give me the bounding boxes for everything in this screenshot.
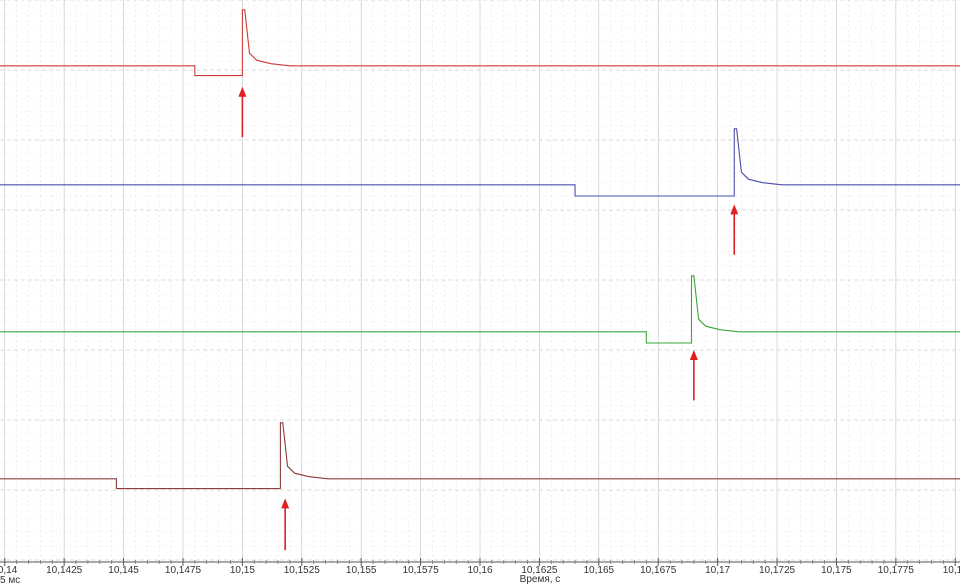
x-tick-label: 10,1675 — [640, 565, 677, 576]
x-tick-label: 10,1475 — [165, 565, 202, 576]
x-tick-label: 10,1725 — [759, 565, 796, 576]
annotation-arrow-4 — [281, 498, 290, 551]
x-tick-label: 10,1775 — [878, 565, 915, 576]
annotation-arrow-3 — [689, 350, 698, 401]
scale-label: 5 мс — [0, 575, 20, 586]
x-axis: 10,1410,142510,14510,147510,1510,152510,… — [0, 558, 960, 586]
grid — [0, 0, 960, 561]
x-tick-label: 10,145 — [108, 565, 139, 576]
arrow-head — [238, 86, 247, 97]
arrow-head — [689, 350, 698, 360]
x-tick-label: 10,18 — [943, 565, 960, 576]
arrow-head — [281, 498, 290, 509]
x-tick-label: 10,1575 — [403, 565, 440, 576]
x-tick-label: 10,17 — [705, 565, 730, 576]
x-tick-label: 10,155 — [346, 565, 377, 576]
arrow-head — [730, 204, 739, 215]
oscilloscope-chart: 10,1410,142510,14510,147510,1510,152510,… — [0, 0, 960, 586]
x-tick-label: 10,175 — [821, 565, 852, 576]
x-tick-label: 10,16 — [467, 565, 492, 576]
x-tick-label: 10,165 — [584, 565, 615, 576]
arrow-annotations — [238, 86, 739, 551]
x-tick-label: 10,1525 — [284, 565, 321, 576]
x-tick-label: 10,15 — [230, 565, 255, 576]
x-tick-label: 10,1425 — [46, 565, 83, 576]
annotation-arrow-2 — [730, 204, 739, 255]
x-axis-title: Время, с — [520, 574, 561, 585]
